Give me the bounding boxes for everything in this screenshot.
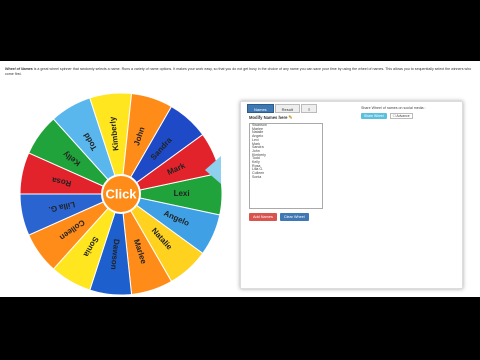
description-title: Wheel of Names bbox=[5, 67, 33, 71]
name-wheel[interactable]: Lexi Angelo Natalie Marlee Dawson Sonia Collee… bbox=[18, 91, 224, 297]
description-text: is a great wheel spinner that randomly s… bbox=[5, 67, 472, 76]
names-textarea[interactable]: Swanson Marlee Natalie Angelo Lexi Mark Sandra… bbox=[249, 123, 323, 209]
wheel-pointer-icon bbox=[205, 156, 221, 184]
modify-names-label: Modify Names here bbox=[249, 115, 288, 120]
wheel-svg[interactable]: LexiAngeloNatalieMarleeDawsonSoniaCollee… bbox=[18, 91, 224, 297]
names-panel: Names Result ≡ Modify Names here✎ Swanso… bbox=[240, 101, 463, 289]
panel-tabs: Names Result ≡ bbox=[247, 104, 318, 113]
app-page: Wheel of Names is a great wheel spinner … bbox=[0, 61, 480, 297]
spin-button-label[interactable]: Click bbox=[105, 186, 137, 201]
share-wheel-button[interactable]: Share Wheel bbox=[361, 113, 387, 119]
advanced-checkbox[interactable]: ☐ Advance bbox=[389, 113, 413, 119]
wheel-sector-label: Lexi bbox=[174, 189, 190, 198]
tab-names[interactable]: Names bbox=[247, 104, 274, 113]
modify-names-heading: Modify Names here✎ bbox=[249, 115, 293, 121]
description: Wheel of Names is a great wheel spinner … bbox=[5, 67, 475, 77]
clear-wheel-button[interactable]: Clear Wheel bbox=[279, 213, 309, 221]
add-names-button[interactable]: Add Names bbox=[249, 213, 277, 221]
share-label: Share Wheel of names on social media : bbox=[361, 106, 426, 110]
pencil-icon: ✎ bbox=[288, 115, 293, 121]
names-button-row: Add Names Clear Wheel bbox=[249, 213, 312, 221]
tab-menu[interactable]: ≡ bbox=[301, 104, 318, 113]
name-list-item: Sonia bbox=[252, 174, 262, 179]
share-row: Share Wheel ☐ Advance bbox=[361, 113, 413, 119]
tab-result[interactable]: Result bbox=[274, 104, 301, 113]
